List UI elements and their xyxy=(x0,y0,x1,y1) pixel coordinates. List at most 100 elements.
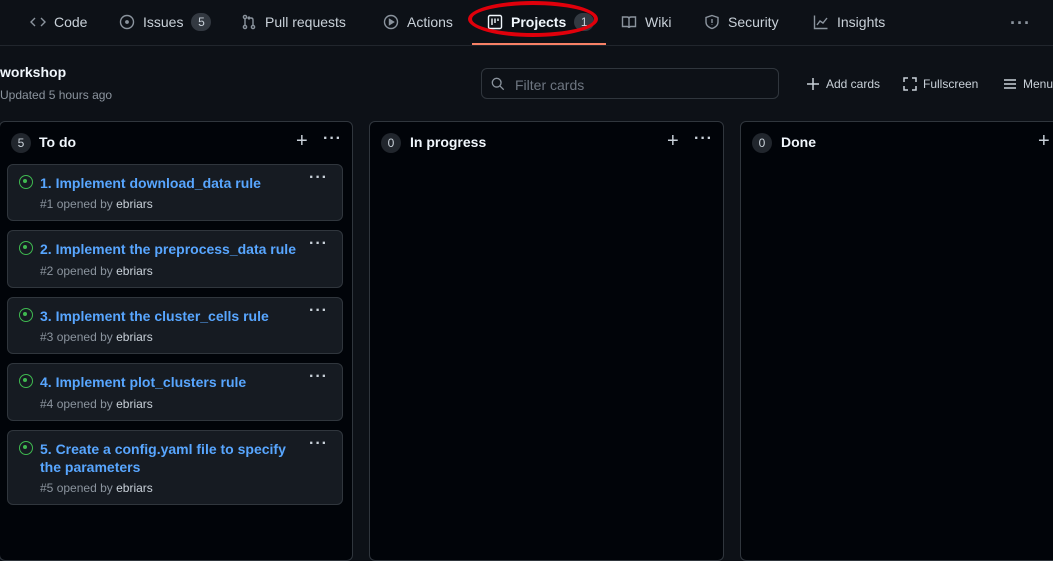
card-opened-by: opened by xyxy=(56,264,113,278)
card-number: #5 xyxy=(40,481,54,495)
card-more-icon[interactable]: ··· xyxy=(309,302,328,320)
card-meta: #2 opened by ebriars xyxy=(40,264,153,278)
add-cards-button[interactable]: Add cards xyxy=(806,74,880,94)
column-title: In progress xyxy=(410,134,487,150)
column-title: To do xyxy=(39,134,77,150)
shield-icon xyxy=(705,14,719,29)
issue-card[interactable]: 4. Implement plot_clusters rule #4 opene… xyxy=(7,363,343,421)
tab-pull-requests[interactable]: Pull requests xyxy=(241,0,346,43)
tab-code[interactable]: Code xyxy=(30,0,87,43)
card-title-link[interactable]: 5. Create a config.yaml file to specify … xyxy=(40,440,302,476)
issue-card[interactable]: 5. Create a config.yaml file to specify … xyxy=(7,430,343,505)
tab-issues[interactable]: Issues 5 xyxy=(119,0,212,43)
card-title-link[interactable]: 1. Implement download_data rule xyxy=(40,174,302,192)
tab-issues-label: Issues xyxy=(143,13,184,30)
pull-request-icon xyxy=(242,14,256,29)
card-number: #1 xyxy=(40,197,54,211)
card-number: #3 xyxy=(40,330,54,344)
card-opened-by: opened by xyxy=(56,197,113,211)
tab-security[interactable]: Security xyxy=(704,0,779,43)
issue-card[interactable]: 1. Implement download_data rule #1 opene… xyxy=(7,164,343,221)
card-meta: #5 opened by ebriars xyxy=(40,481,153,495)
column-to-do: 5 To do + ··· 1. Implement download_data… xyxy=(0,121,353,561)
play-icon xyxy=(383,14,399,29)
open-issue-icon xyxy=(19,241,33,255)
menu-label: Menu xyxy=(1023,77,1053,91)
search-icon xyxy=(491,77,505,91)
project-updated-time: Updated 5 hours ago xyxy=(0,88,113,102)
add-cards-label: Add cards xyxy=(826,77,881,91)
card-more-icon[interactable]: ··· xyxy=(309,235,328,253)
add-card-plus-icon[interactable]: + xyxy=(296,131,308,151)
fullscreen-button[interactable]: Fullscreen xyxy=(903,74,978,94)
open-issue-icon xyxy=(19,175,33,189)
plus-icon xyxy=(807,78,819,90)
add-card-plus-icon[interactable]: + xyxy=(1038,131,1050,151)
open-issue-icon xyxy=(19,374,33,388)
column-title: Done xyxy=(781,134,816,150)
card-opened-by: opened by xyxy=(56,397,113,411)
card-title-link[interactable]: 2. Implement the preprocess_data rule xyxy=(40,240,320,258)
open-issue-icon xyxy=(19,441,33,455)
card-title-link[interactable]: 4. Implement plot_clusters rule xyxy=(40,373,302,391)
project-icon xyxy=(487,14,503,29)
card-author-link[interactable]: ebriars xyxy=(116,264,153,278)
issue-card[interactable]: 2. Implement the preprocess_data rule #2… xyxy=(7,230,343,288)
issues-count-badge: 5 xyxy=(191,12,212,31)
tab-insights[interactable]: Insights xyxy=(813,0,885,43)
card-more-icon[interactable]: ··· xyxy=(309,368,328,386)
card-author-link[interactable]: ebriars xyxy=(116,197,153,211)
tab-pull-requests-label: Pull requests xyxy=(265,13,346,30)
add-card-plus-icon[interactable]: + xyxy=(667,131,679,151)
menu-button[interactable]: Menu xyxy=(1003,74,1053,94)
column-header: 5 To do + ··· xyxy=(0,122,352,162)
card-author-link[interactable]: ebriars xyxy=(116,397,153,411)
column-card-count: 5 xyxy=(11,133,31,153)
issue-card[interactable]: 3. Implement the cluster_cells rule #3 o… xyxy=(7,297,343,354)
card-number: #2 xyxy=(40,264,54,278)
fullscreen-icon xyxy=(903,77,917,91)
column-in-progress: 0 In progress + ··· xyxy=(369,121,724,561)
card-author-link[interactable]: ebriars xyxy=(116,330,153,344)
column-card-count: 0 xyxy=(752,133,772,153)
hamburger-icon xyxy=(1004,79,1016,89)
card-author-link[interactable]: ebriars xyxy=(116,481,153,495)
active-tab-underline xyxy=(472,43,606,45)
card-more-icon[interactable]: ··· xyxy=(309,169,328,187)
repo-nav: Code Issues 5 Pull requests Actions Proj… xyxy=(0,0,1053,46)
project-title: workshop xyxy=(0,64,67,80)
column-card-count: 0 xyxy=(381,133,401,153)
code-icon xyxy=(30,17,46,26)
tab-wiki[interactable]: Wiki xyxy=(621,0,671,43)
tab-wiki-label: Wiki xyxy=(645,13,672,30)
column-more-icon[interactable]: ··· xyxy=(323,130,342,148)
issue-icon xyxy=(119,14,135,29)
tab-actions-label: Actions xyxy=(407,13,453,30)
projects-count-badge: 1 xyxy=(574,12,595,31)
card-title-link[interactable]: 3. Implement the cluster_cells rule xyxy=(40,307,302,325)
tab-security-label: Security xyxy=(728,13,779,30)
book-icon xyxy=(621,15,637,28)
nav-more-icon[interactable]: ··· xyxy=(1010,13,1031,34)
tab-insights-label: Insights xyxy=(837,13,886,30)
card-meta: #1 opened by ebriars xyxy=(40,197,153,211)
column-more-icon[interactable]: ··· xyxy=(694,130,713,148)
column-header: 0 Done + xyxy=(741,122,1053,162)
tab-projects-label: Projects xyxy=(511,13,567,30)
filter-cards-field[interactable] xyxy=(481,68,779,99)
open-issue-icon xyxy=(19,308,33,322)
card-opened-by: opened by xyxy=(56,330,113,344)
tab-code-label: Code xyxy=(54,13,88,30)
card-opened-by: opened by xyxy=(56,481,113,495)
card-number: #4 xyxy=(40,397,54,411)
filter-cards-input[interactable] xyxy=(513,74,777,96)
fullscreen-label: Fullscreen xyxy=(923,77,979,91)
graph-icon xyxy=(813,15,828,29)
card-meta: #4 opened by ebriars xyxy=(40,397,153,411)
card-meta: #3 opened by ebriars xyxy=(40,330,153,344)
column-header: 0 In progress + ··· xyxy=(370,122,723,162)
tab-projects[interactable]: Projects 1 xyxy=(487,0,595,43)
column-done: 0 Done + xyxy=(740,121,1053,561)
tab-actions[interactable]: Actions xyxy=(383,0,453,43)
card-more-icon[interactable]: ··· xyxy=(309,435,328,453)
